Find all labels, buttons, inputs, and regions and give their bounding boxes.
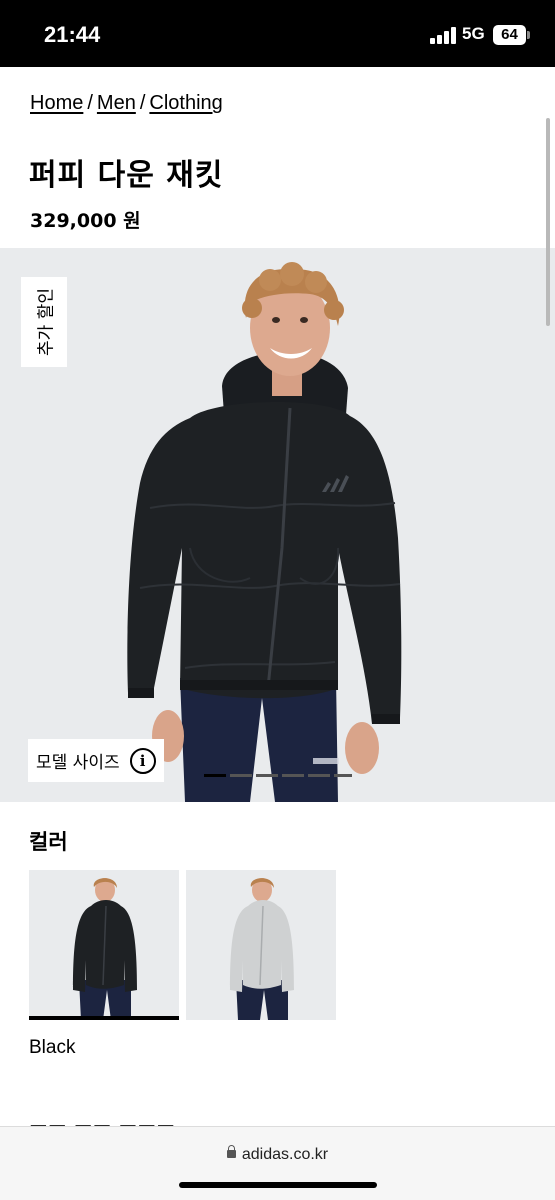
browser-url-bar[interactable]: adidas.co.kr bbox=[0, 1126, 555, 1200]
product-title: 퍼피 다운 재킷 bbox=[29, 158, 224, 193]
promo-tag-text: 추가 할인 bbox=[36, 288, 57, 356]
battery-icon: 64 bbox=[493, 25, 526, 45]
promo-tag: 추가 할인 bbox=[21, 277, 67, 367]
color-swatch-black[interactable] bbox=[29, 870, 179, 1020]
scroll-indicator[interactable] bbox=[546, 118, 550, 326]
swatch-image-grey bbox=[230, 878, 294, 1020]
breadcrumb: Home / Men / Clothing bbox=[30, 92, 223, 115]
network-type: 5G bbox=[462, 24, 485, 43]
product-image-carousel[interactable]: 추가 할인 모델 사이즈 i bbox=[0, 248, 555, 802]
signal-bars-icon bbox=[430, 27, 456, 44]
pager-dot[interactable] bbox=[334, 774, 352, 777]
product-photo bbox=[127, 262, 402, 802]
url-display[interactable]: adidas.co.kr bbox=[0, 1145, 555, 1164]
carousel-pager[interactable] bbox=[204, 774, 354, 777]
info-icon: i bbox=[129, 747, 156, 774]
swatch-image-black bbox=[73, 878, 137, 1016]
breadcrumb-separator: / bbox=[139, 92, 146, 114]
lock-icon bbox=[226, 1145, 236, 1158]
url-text: adidas.co.kr bbox=[241, 1146, 329, 1163]
model-size-button[interactable]: 모델 사이즈 i bbox=[28, 739, 164, 782]
pager-dot[interactable] bbox=[256, 774, 278, 777]
color-heading: 컬러 bbox=[29, 830, 68, 854]
pager-dot[interactable] bbox=[230, 774, 252, 777]
pager-dot[interactable] bbox=[308, 774, 330, 777]
breadcrumb-clothing[interactable]: Clothing bbox=[149, 92, 222, 115]
breadcrumb-separator: / bbox=[87, 92, 93, 114]
status-time: 21:44 bbox=[44, 22, 101, 47]
color-swatch-grey[interactable] bbox=[186, 870, 336, 1020]
pager-dot-active[interactable] bbox=[204, 774, 226, 777]
product-price: 329,000 원 bbox=[30, 210, 141, 232]
status-bar: 21:44 5G 64 bbox=[0, 0, 555, 67]
next-section-heading: ■■ ■■ ■■■ bbox=[29, 1118, 175, 1126]
battery-nub bbox=[527, 31, 530, 39]
breadcrumb-men[interactable]: Men bbox=[97, 92, 136, 115]
model-size-label: 모델 사이즈 bbox=[36, 753, 120, 773]
pager-dot[interactable] bbox=[282, 774, 304, 777]
home-indicator[interactable] bbox=[179, 1182, 377, 1188]
breadcrumb-home[interactable]: Home bbox=[30, 92, 83, 115]
selected-color-name: Black bbox=[29, 1037, 76, 1058]
